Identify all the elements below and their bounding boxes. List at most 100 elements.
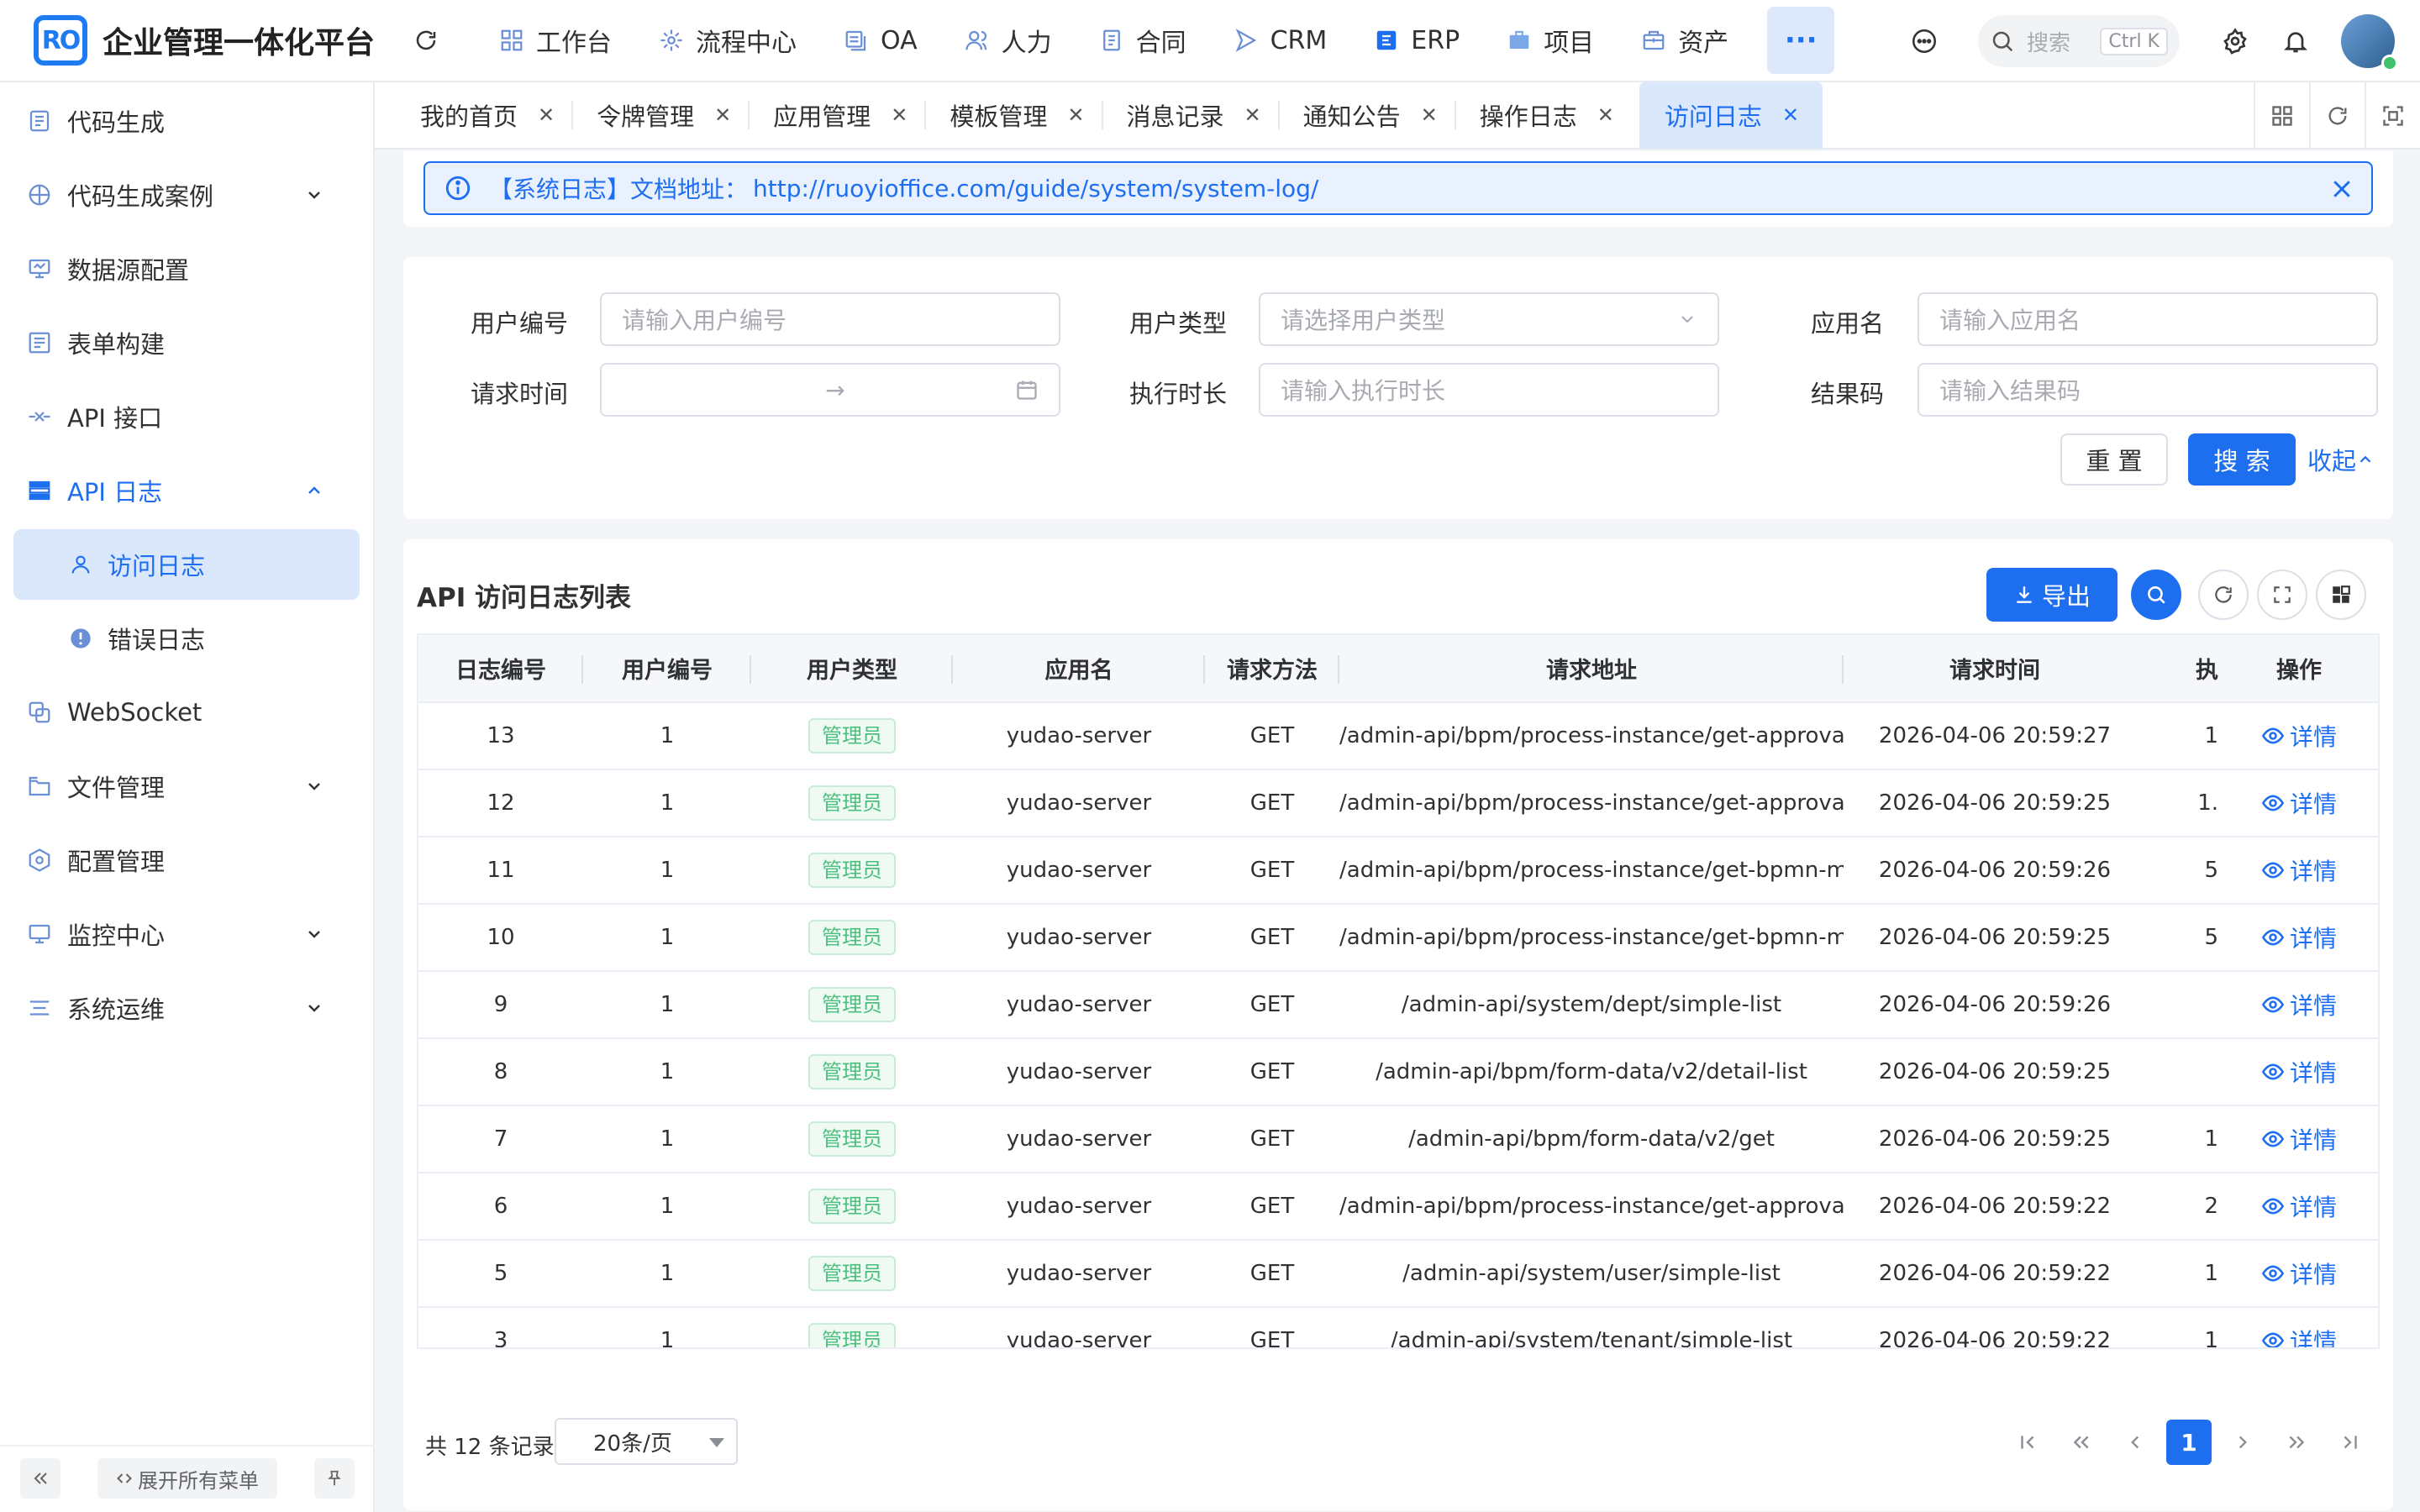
- double-chevron-left-icon: [2073, 1436, 2089, 1449]
- close-tab-icon[interactable]: ✕: [1067, 103, 1084, 127]
- tab-3[interactable]: 模板管理 ✕: [926, 81, 1101, 149]
- sidebar-item-form[interactable]: 表单构建: [0, 306, 373, 380]
- app-logo[interactable]: RO 企业管理一体化平台: [34, 15, 378, 66]
- tab-2[interactable]: 应用管理 ✕: [750, 81, 924, 149]
- app-name-input[interactable]: 请输入应用名: [1918, 292, 2378, 346]
- duration-input[interactable]: 请输入执行时长: [1259, 363, 1719, 417]
- close-tab-icon[interactable]: ✕: [1244, 103, 1261, 127]
- sidebar-subitem-error-log[interactable]: 错误日志: [0, 601, 373, 675]
- nav-asset[interactable]: 资产: [1618, 7, 1752, 74]
- chat-button[interactable]: [1894, 11, 1954, 71]
- nav-label: 人力: [1001, 29, 1052, 58]
- column-settings-button[interactable]: [2316, 570, 2366, 620]
- detail-button[interactable]: 详情: [2261, 1257, 2337, 1290]
- request-time-range[interactable]: →: [600, 363, 1060, 417]
- result-code-label: 结果码: [1810, 380, 1884, 408]
- nav-contract[interactable]: 合同: [1076, 7, 1210, 74]
- tab-6[interactable]: 操作日志 ✕: [1456, 81, 1631, 149]
- detail-button[interactable]: 详情: [2261, 1122, 2337, 1156]
- close-icon[interactable]: [2329, 176, 2354, 202]
- nav-dashboard[interactable]: 工作台: [476, 7, 635, 74]
- cell-duration: 5: [2146, 904, 2218, 972]
- detail-button[interactable]: 详情: [2261, 786, 2337, 820]
- user-type-select[interactable]: 请选择用户类型: [1259, 292, 1719, 346]
- close-tab-icon[interactable]: ✕: [538, 103, 555, 127]
- sidebar-item-example[interactable]: 代码生成案例: [0, 158, 373, 232]
- next-five-button[interactable]: [2274, 1420, 2319, 1465]
- close-tab-icon[interactable]: ✕: [1421, 103, 1438, 127]
- tab-1[interactable]: 令牌管理 ✕: [573, 81, 748, 149]
- tab-0[interactable]: 我的首页 ✕: [375, 81, 571, 149]
- table-fullscreen-button[interactable]: [2257, 570, 2307, 620]
- column-header: 用户编号: [583, 635, 751, 703]
- cell-method: GET: [1205, 1173, 1339, 1241]
- chevron-down-icon: [308, 931, 320, 938]
- close-tab-icon[interactable]: ✕: [891, 103, 908, 127]
- nav-workflow[interactable]: 流程中心: [635, 7, 820, 74]
- sidebar-item-websocket[interactable]: WebSocket: [0, 675, 373, 749]
- detail-button[interactable]: 详情: [2261, 853, 2337, 887]
- cell-value: GET: [1249, 790, 1295, 816]
- expand-all-menu-button[interactable]: 展开所有菜单: [97, 1458, 277, 1499]
- sidebar-item-config[interactable]: 配置管理: [0, 823, 373, 897]
- sidebar-item-datasource[interactable]: 数据源配置: [0, 232, 373, 306]
- collapse-sidebar-button[interactable]: [20, 1458, 60, 1499]
- detail-button[interactable]: 详情: [2261, 719, 2337, 753]
- collapse-form-button[interactable]: 收起: [2306, 433, 2376, 486]
- tab-grid-button[interactable]: [2254, 82, 2309, 150]
- more-apps-button[interactable]: ···: [1767, 7, 1835, 74]
- toggle-search-button[interactable]: [2131, 570, 2181, 620]
- tab-5[interactable]: 通知公告 ✕: [1280, 81, 1455, 149]
- nav-project[interactable]: 项目: [1483, 7, 1618, 74]
- detail-button[interactable]: 详情: [2261, 1324, 2337, 1347]
- global-search[interactable]: 搜索 Ctrl K: [1978, 15, 2180, 67]
- detail-button[interactable]: 详情: [2261, 1189, 2337, 1223]
- cell-value: 11: [487, 858, 515, 883]
- next-page-button[interactable]: [2220, 1420, 2265, 1465]
- sidebar-item-ops[interactable]: 系统运维: [0, 971, 373, 1045]
- last-page-button[interactable]: [2328, 1420, 2373, 1465]
- sidebar-item-monitor[interactable]: 监控中心: [0, 897, 373, 971]
- cell-user-type: 管理员: [751, 769, 953, 837]
- first-page-button[interactable]: [2005, 1420, 2050, 1465]
- sidebar-item-code[interactable]: 代码生成: [0, 84, 373, 158]
- pin-sidebar-button[interactable]: [314, 1458, 355, 1499]
- nav-oa[interactable]: OA: [820, 7, 941, 74]
- close-tab-icon[interactable]: ✕: [714, 103, 731, 127]
- detail-button[interactable]: 详情: [2261, 988, 2337, 1021]
- nav-erp[interactable]: ERP: [1350, 7, 1483, 74]
- close-tab-icon[interactable]: ✕: [1782, 103, 1799, 127]
- chevron-down-icon: [308, 1005, 320, 1012]
- tab-4[interactable]: 消息记录 ✕: [1103, 81, 1278, 149]
- export-button[interactable]: 导出: [1986, 568, 2118, 622]
- sidebar-subitem-access-log[interactable]: 访问日志: [13, 529, 360, 600]
- page-number-current[interactable]: 1: [2166, 1420, 2212, 1465]
- sidebar-item-log[interactable]: API 日志: [0, 454, 373, 528]
- user-id-input[interactable]: 请输入用户编号: [600, 292, 1060, 346]
- prev-five-button[interactable]: [2059, 1420, 2104, 1465]
- table-refresh-button[interactable]: [2198, 570, 2249, 620]
- tab-fullscreen-button[interactable]: [2365, 82, 2420, 150]
- page-size-select[interactable]: 20条/页: [555, 1418, 738, 1465]
- reset-button[interactable]: 重 置: [2060, 433, 2168, 486]
- prev-page-button[interactable]: [2112, 1420, 2158, 1465]
- alert-doc-link[interactable]: http://ruoyioffice.com/guide/system/syst…: [753, 175, 1318, 202]
- nav-crm[interactable]: CRM: [1210, 7, 1351, 74]
- settings-button[interactable]: [2205, 11, 2265, 71]
- close-tab-icon[interactable]: ✕: [1597, 103, 1614, 127]
- alert-prefix: 【系统日志】: [489, 176, 631, 203]
- user-type-tag: 管理员: [808, 853, 896, 888]
- nav-people[interactable]: 人力: [941, 7, 1076, 74]
- user-avatar[interactable]: [2341, 14, 2398, 71]
- tab-7[interactable]: 访问日志 ✕: [1639, 81, 1823, 149]
- refresh-button[interactable]: [397, 7, 467, 74]
- notifications-button[interactable]: [2265, 11, 2326, 71]
- tab-refresh-button[interactable]: [2309, 82, 2365, 150]
- sidebar-item-folder[interactable]: 文件管理: [0, 749, 373, 823]
- detail-button[interactable]: 详情: [2261, 1055, 2337, 1089]
- search-button[interactable]: 搜 索: [2188, 433, 2296, 486]
- sidebar-item-label: 配置管理: [67, 848, 166, 876]
- sidebar-item-api[interactable]: API 接口: [0, 380, 373, 454]
- result-code-input[interactable]: 请输入结果码: [1918, 363, 2378, 417]
- detail-button[interactable]: 详情: [2261, 921, 2337, 954]
